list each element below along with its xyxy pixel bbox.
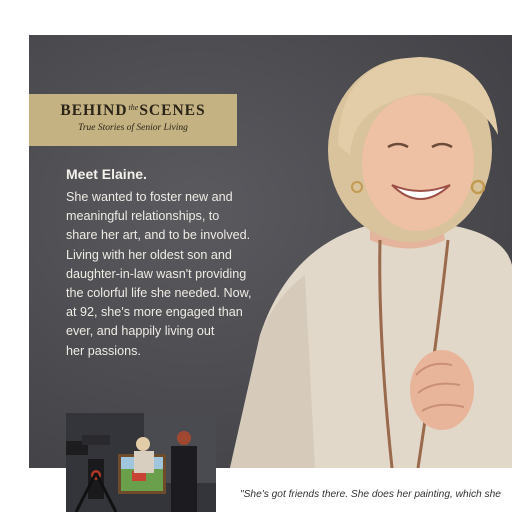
story-line: daughter-in-law wasn't providing xyxy=(66,266,247,281)
story-line: at 92, she's more engaged than xyxy=(66,305,243,320)
story-line: She wanted to foster new and xyxy=(66,190,233,204)
behind-the-scenes-banner: BEHINDtheSCENES True Stories of Senior L… xyxy=(29,94,237,146)
story-line: her passions. xyxy=(66,343,141,358)
banner-title-the: the xyxy=(128,103,139,112)
testimonial-quote: "She's got friends there. She does her p… xyxy=(240,489,501,500)
banner-title-left: BEHIND xyxy=(60,102,128,119)
story-line: share her art, and to be involved. xyxy=(66,228,251,243)
story-heading: Meet Elaine. xyxy=(66,166,147,182)
story-line: the colorful life she needed. Now, xyxy=(66,286,252,301)
behind-scenes-photo xyxy=(66,413,216,512)
story-text: She wanted to foster new and meaningful … xyxy=(66,188,276,361)
story-line: meaningful relationships, to xyxy=(66,209,220,224)
story-line: ever, and happily living out xyxy=(66,324,215,339)
story-line: Living with her oldest son and xyxy=(66,247,232,262)
banner-title: BEHINDtheSCENES xyxy=(29,102,237,120)
banner-subtitle: True Stories of Senior Living xyxy=(78,123,188,133)
film-set-illustration xyxy=(66,413,216,512)
banner-title-right: SCENES xyxy=(139,102,206,119)
